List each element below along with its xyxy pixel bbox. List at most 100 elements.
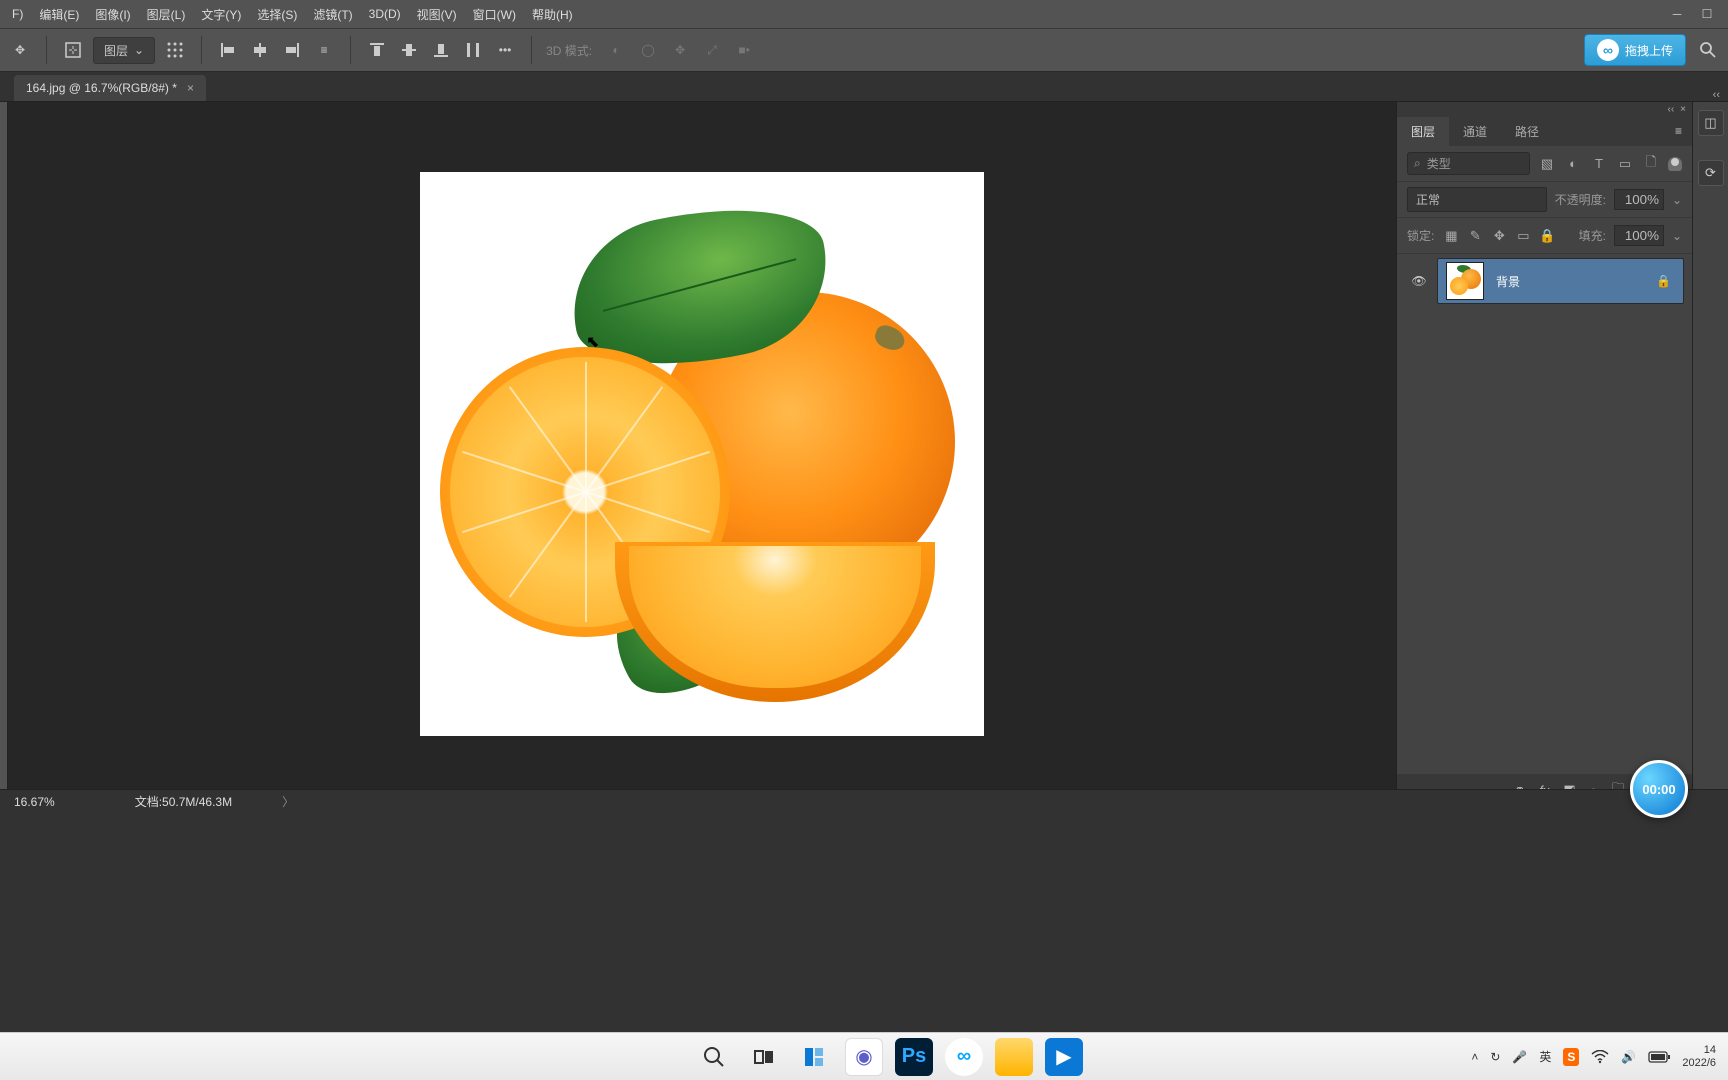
maximize-button[interactable]: ☐ (1698, 5, 1716, 23)
slide-3d-icon[interactable]: ⤢ (700, 38, 724, 62)
close-tab-icon[interactable]: × (187, 81, 194, 95)
search-icon[interactable] (1696, 38, 1720, 62)
menu-view[interactable]: 视图(V) (409, 2, 465, 27)
sogou-ime-icon[interactable]: S (1563, 1048, 1579, 1066)
chat-app-icon[interactable]: ◉ (845, 1038, 883, 1076)
status-chevron-icon[interactable]: 〉 (282, 793, 294, 810)
baidu-app-icon[interactable]: ∞ (945, 1038, 983, 1076)
panel-close-icon[interactable]: × (1680, 104, 1686, 115)
align-spacing-icon[interactable] (461, 38, 485, 62)
align-top-icon[interactable] (365, 38, 389, 62)
tab-paths[interactable]: 路径 (1501, 117, 1553, 146)
layers-panel: ‹‹ × 图层 通道 路径 ≡ ⌕ 类型 ▧ ◐ T ▭ 🗋 正常 不透 (1396, 102, 1692, 806)
align-center-v-icon[interactable] (397, 38, 421, 62)
upload-label: 拖拽上传 (1625, 42, 1673, 59)
widgets-icon[interactable] (795, 1038, 833, 1076)
canvas-content (615, 542, 935, 702)
menu-select[interactable]: 选择(S) (249, 2, 305, 27)
lock-artboard-icon[interactable]: ▭ (1514, 227, 1532, 245)
filter-pixel-icon[interactable]: ▧ (1538, 155, 1556, 173)
auto-select-icon[interactable] (61, 38, 85, 62)
fill-label: 填充: (1579, 227, 1606, 244)
cloud-icon: ∞ (1597, 39, 1619, 61)
layer-lock-icon[interactable]: 🔒 (1644, 274, 1683, 288)
roll-3d-icon[interactable]: ◯ (636, 38, 660, 62)
fill-input[interactable] (1614, 225, 1664, 246)
filter-text-icon[interactable]: T (1590, 155, 1608, 173)
canvas[interactable]: ⬉ (420, 172, 984, 736)
microphone-icon[interactable]: 🎤 (1512, 1050, 1527, 1064)
filter-smart-icon[interactable]: 🗋 (1642, 155, 1660, 173)
layer-thumbnail[interactable] (1446, 262, 1484, 300)
menu-window[interactable]: 窗口(W) (465, 2, 524, 27)
menu-filter[interactable]: 滤镜(T) (305, 2, 360, 27)
tab-layers[interactable]: 图层 (1397, 117, 1449, 146)
volume-icon[interactable]: 🔊 (1621, 1050, 1636, 1064)
align-bottom-icon[interactable] (429, 38, 453, 62)
video-app-icon[interactable]: ▶ (1045, 1038, 1083, 1076)
lock-all-icon[interactable]: 🔒 (1538, 227, 1556, 245)
opacity-flyout-icon[interactable]: ⌄ (1672, 193, 1682, 207)
filter-shape-icon[interactable]: ▭ (1616, 155, 1634, 173)
menu-3d[interactable]: 3D(D) (361, 3, 409, 25)
document-info[interactable]: 文档:50.7M/46.3M (135, 793, 232, 810)
sync-icon[interactable]: ↻ (1490, 1050, 1500, 1064)
menu-text[interactable]: 文字(Y) (193, 2, 249, 27)
panel-menu-icon[interactable]: ≡ (1665, 124, 1692, 138)
screen-recorder-badge[interactable]: 00:00 (1630, 760, 1688, 818)
menu-layer[interactable]: 图层(L) (139, 2, 194, 27)
move-tool-icon[interactable]: ✥ (8, 38, 32, 62)
divider (531, 36, 532, 64)
align-distribute-icon[interactable]: ≡ (312, 38, 336, 62)
battery-icon[interactable] (1648, 1051, 1670, 1063)
menu-edit[interactable]: 编辑(E) (31, 2, 87, 27)
cloud-upload-button[interactable]: ∞ 拖拽上传 (1584, 34, 1686, 66)
layer-type-filter[interactable]: ⌕ 类型 (1407, 152, 1530, 175)
zoom-level[interactable]: 16.67% (14, 795, 55, 809)
taskbar-clock[interactable]: 14 2022/6 (1682, 1044, 1716, 1068)
lock-position-icon[interactable]: ✥ (1490, 227, 1508, 245)
wifi-icon[interactable] (1591, 1050, 1609, 1064)
menu-image[interactable]: 图像(I) (87, 2, 138, 27)
libraries-icon[interactable]: ◫ (1698, 110, 1724, 136)
recorder-time: 00:00 (1642, 782, 1675, 797)
layer-name-label: 背景 (1492, 273, 1644, 290)
align-left-icon[interactable] (216, 38, 240, 62)
document-tab[interactable]: 164.jpg @ 16.7%(RGB/8#) * × (14, 75, 206, 101)
align-right-icon[interactable] (280, 38, 304, 62)
tab-channels[interactable]: 通道 (1449, 117, 1501, 146)
menu-file[interactable]: F) (4, 3, 31, 25)
panel-collapse-icon[interactable]: ‹‹ (1667, 104, 1674, 115)
pan-3d-icon[interactable]: ✥ (668, 38, 692, 62)
adjustments-panel-icon[interactable]: ⟳ (1698, 160, 1724, 186)
ime-indicator[interactable]: 英 (1539, 1048, 1551, 1065)
opacity-input[interactable] (1614, 189, 1664, 210)
more-options-icon[interactable]: ••• (493, 38, 517, 62)
align-center-h-icon[interactable] (248, 38, 272, 62)
layer-visibility-toggle[interactable]: 👁 (1405, 274, 1433, 288)
file-explorer-icon[interactable] (995, 1038, 1033, 1076)
scale-3d-icon[interactable]: ■• (732, 38, 756, 62)
panel-collapse-icon[interactable]: ‹‹ (1713, 89, 1728, 101)
filter-adjustment-icon[interactable]: ◐ (1564, 155, 1582, 173)
orbit-3d-icon[interactable]: ◐ (604, 38, 628, 62)
tray-chevron-icon[interactable]: ˄ (1471, 1050, 1478, 1064)
layer-item-background[interactable]: 背景 🔒 (1437, 258, 1684, 304)
filter-toggle-switch[interactable] (1668, 157, 1682, 171)
lock-pixels-icon[interactable]: ✎ (1466, 227, 1484, 245)
auto-select-layer-dropdown[interactable]: 图层 ⌄ (93, 37, 155, 64)
task-view-icon[interactable] (745, 1038, 783, 1076)
blend-opacity-row: 正常 不透明度: ⌄ (1397, 182, 1692, 218)
transform-controls-icon[interactable] (163, 38, 187, 62)
menu-bar: F) 编辑(E) 图像(I) 图层(L) 文字(Y) 选择(S) 滤镜(T) 3… (0, 0, 1728, 28)
canvas-area[interactable]: ⬉ (8, 102, 1396, 806)
minimize-button[interactable]: ─ (1668, 5, 1686, 23)
search-app-icon[interactable] (695, 1038, 733, 1076)
menu-help[interactable]: 帮助(H) (524, 2, 581, 27)
blend-mode-select[interactable]: 正常 (1407, 187, 1547, 212)
start-button[interactable] (645, 1038, 683, 1076)
fill-flyout-icon[interactable]: ⌄ (1672, 229, 1682, 243)
photoshop-app-icon[interactable]: Ps (895, 1038, 933, 1076)
document-tab-title: 164.jpg @ 16.7%(RGB/8#) * (26, 81, 177, 95)
lock-transparency-icon[interactable]: ▦ (1442, 227, 1460, 245)
